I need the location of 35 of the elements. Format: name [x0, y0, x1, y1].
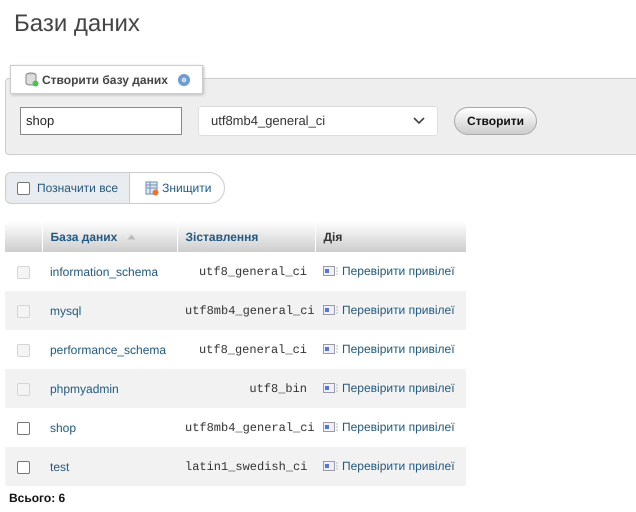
- database-name-link[interactable]: test: [50, 460, 70, 474]
- privileges-icon: [323, 383, 339, 393]
- table-delete-icon: [145, 180, 160, 196]
- legend-title: Створити базу даних: [42, 72, 168, 86]
- collation-text: utf8mb4_general_ci: [185, 304, 315, 318]
- column-header[interactable]: База даних: [42, 221, 177, 252]
- column-header[interactable]: Дія: [315, 221, 466, 252]
- page-title: Бази даних: [14, 10, 141, 38]
- database-add-icon: [25, 72, 39, 87]
- privileges-icon: [323, 422, 339, 432]
- privileges-icon: [323, 266, 339, 276]
- help-icon[interactable]: [176, 72, 191, 86]
- collation-text: utf8mb4_general_ci: [185, 420, 315, 434]
- collation-text: utf8_general_ci: [198, 264, 307, 278]
- checkbox[interactable]: [17, 182, 30, 194]
- collation-text: utf8_bin: [249, 382, 307, 396]
- total-count: Всього: 6: [9, 491, 66, 505]
- database-name-field[interactable]: shop: [20, 106, 182, 134]
- chevron-down-icon: [413, 116, 425, 124]
- column-header[interactable]: Зіставлення: [177, 221, 315, 252]
- database-name-link[interactable]: shop: [50, 420, 76, 434]
- checkbox[interactable]: [17, 422, 30, 435]
- select-all-control[interactable]: Позначити все: [5, 172, 130, 204]
- collation-dropdown[interactable]: utf8mb4_general_ci: [198, 106, 438, 136]
- collation-text: utf8_general_ci: [198, 342, 307, 356]
- privileges-icon: [323, 344, 339, 354]
- drop-button[interactable]: Знищити: [130, 172, 226, 204]
- check-privileges-link[interactable]: Перевірити привілеї: [323, 420, 455, 434]
- collation-text: latin1_swedish_ci: [185, 460, 308, 474]
- privileges-icon: [323, 305, 339, 315]
- sort-ascending-icon[interactable]: [127, 234, 136, 240]
- privileges-icon: [323, 461, 339, 471]
- check-privileges-link[interactable]: Перевірити привілеї: [323, 459, 455, 473]
- create-button[interactable]: Створити: [454, 106, 538, 134]
- checkbox[interactable]: [17, 460, 30, 474]
